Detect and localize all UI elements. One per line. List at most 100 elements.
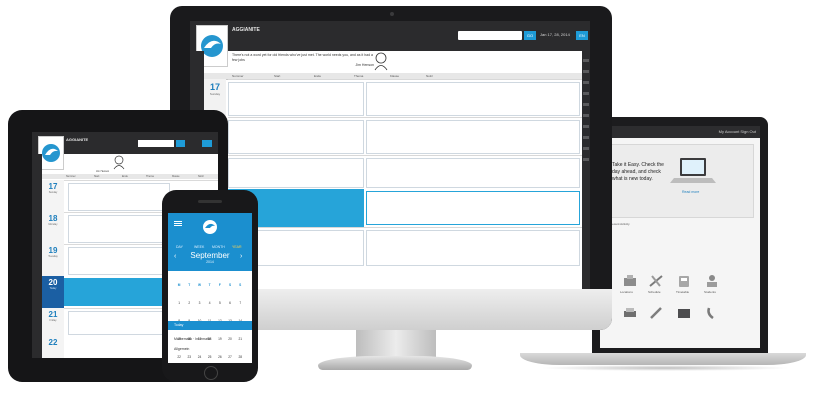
table-cell[interactable] xyxy=(228,158,364,188)
table-cell[interactable] xyxy=(68,247,170,275)
phone-view-tabs: DAY WEEK MONTH YEAR xyxy=(168,243,252,251)
calendar-date[interactable]: 25 xyxy=(205,354,215,360)
table-cell[interactable] xyxy=(366,158,580,188)
table-cell[interactable] xyxy=(366,82,580,116)
day-name: Monday xyxy=(48,223,58,226)
calendar-date[interactable]: 24 xyxy=(194,354,204,360)
monitor-language-button[interactable]: EN xyxy=(576,31,588,40)
monitor-stand-foot xyxy=(318,356,472,370)
col-klasse[interactable]: Klasse xyxy=(172,174,180,179)
tab-day[interactable]: DAY xyxy=(176,243,183,251)
day-name: Tuesday xyxy=(48,255,58,258)
col-nummer[interactable]: Nummer xyxy=(66,174,76,179)
tool-label-locations: Locations xyxy=(620,290,633,294)
table-cell[interactable] xyxy=(366,191,580,225)
weekday-label: T xyxy=(208,283,211,287)
calendar-date[interactable]: 19 xyxy=(215,336,225,342)
day-number: 17 xyxy=(48,182,58,191)
table-cell[interactable] xyxy=(228,82,364,116)
calendar-date[interactable]: 3 xyxy=(194,300,204,306)
day-name: Friday xyxy=(49,319,57,322)
calendar-date[interactable]: 20 xyxy=(225,336,235,342)
tablet-sidebar xyxy=(32,154,42,358)
tool-label-schedule: Schedule xyxy=(648,290,661,294)
tab-year[interactable]: YEAR xyxy=(232,243,242,251)
tablet-search-input[interactable] xyxy=(138,140,174,147)
tablet-quote-author: Jim Henson xyxy=(96,170,110,173)
students-tool-icon[interactable] xyxy=(704,274,720,288)
weekday-label: S xyxy=(228,283,232,287)
phone-screen: DAY WEEK MONTH YEAR ‹ September 2014 › M… xyxy=(168,213,252,363)
tablet-day-18[interactable]: 18 Monday xyxy=(42,212,64,244)
tablet-day-20-today[interactable]: 20 Today xyxy=(42,276,64,308)
table-cell[interactable] xyxy=(366,120,580,154)
col-thema[interactable]: Thema xyxy=(146,174,154,179)
monitor-stand-neck xyxy=(356,330,436,358)
monitor-header: AGGIANITE GO Jan 17, 28, 2014 EN xyxy=(190,21,590,51)
phone-tool-icon[interactable] xyxy=(704,306,720,320)
next-month-icon[interactable]: › xyxy=(240,253,242,260)
laptop-recent-activity: Recent Activity xyxy=(610,222,630,226)
timetable-tool-icon[interactable] xyxy=(676,274,692,288)
col-start[interactable]: Start xyxy=(94,174,99,179)
monitor-right-toolbar[interactable] xyxy=(582,51,590,289)
phone-event-bar[interactable]: Today xyxy=(168,321,252,330)
calendar-date[interactable]: 6 xyxy=(225,300,235,306)
laptop-topbar[interactable]: My Account Sign Out xyxy=(600,126,760,138)
tablet-language-button[interactable] xyxy=(202,140,212,147)
laptop-hero-text: Take it Easy. Check the day ahead, and c… xyxy=(612,162,664,183)
menu-icon[interactable] xyxy=(174,221,182,222)
calendar-date[interactable]: 23 xyxy=(184,354,194,360)
phone-event-line-2[interactable]: Allgemein xyxy=(174,347,189,351)
monitor-search-input[interactable] xyxy=(458,31,522,40)
monitor-quote-author: Jim Henson xyxy=(355,63,374,67)
weekday-label: F xyxy=(218,283,221,287)
phone-home-button[interactable] xyxy=(204,366,218,380)
col-ende[interactable]: Ende xyxy=(122,174,128,179)
printer-tool-icon[interactable] xyxy=(622,306,638,320)
pen-tool-icon[interactable] xyxy=(648,306,664,320)
table-cell[interactable] xyxy=(68,311,170,335)
laptop-read-more-link[interactable]: Read more xyxy=(682,190,699,194)
calendar-date[interactable]: 26 xyxy=(215,354,225,360)
monitor-quote-text: There's not a word yet for old friends w… xyxy=(232,53,373,62)
calendar-date[interactable]: 4 xyxy=(205,300,215,306)
calendar-date[interactable]: 21 xyxy=(235,336,245,342)
tablet-day-22[interactable]: 22 xyxy=(42,336,64,358)
laptop-headline-1: Take it Easy. Check the xyxy=(612,162,664,168)
calendar-date[interactable]: 22 xyxy=(174,354,184,360)
day-number: 17 xyxy=(209,82,220,92)
tool-label-timetable: Timetable xyxy=(676,290,690,294)
tablet-day-17[interactable]: 17 Sunday xyxy=(42,180,64,212)
weekday-label: T xyxy=(188,283,191,287)
tablet-app-title: AGGIANITE xyxy=(66,137,89,142)
locations-tool-icon[interactable] xyxy=(622,274,638,288)
monitor-search-button[interactable]: GO xyxy=(524,31,536,40)
tab-month[interactable]: MONTH xyxy=(212,243,225,251)
portrait-sketch-icon xyxy=(374,52,388,71)
calendar-date[interactable]: 27 xyxy=(225,354,235,360)
table-cell[interactable] xyxy=(228,120,364,154)
tablet-search-button[interactable] xyxy=(176,140,185,147)
day-number: 21 xyxy=(48,310,58,319)
phone-event-line-1[interactable]: Mathematik · Informatik xyxy=(174,337,211,341)
table-cell[interactable] xyxy=(68,215,170,243)
tablet-day-19[interactable]: 19 Tuesday xyxy=(42,244,64,276)
schedule-tool-icon[interactable] xyxy=(648,274,664,288)
table-cell[interactable] xyxy=(366,230,580,266)
book-tool-icon[interactable] xyxy=(676,306,692,320)
table-cell[interactable] xyxy=(68,183,170,211)
col-notiz[interactable]: Notiz xyxy=(198,174,204,179)
tablet-day-21[interactable]: 21 Friday xyxy=(42,308,64,336)
laptop-headline-3: what is new today. xyxy=(612,176,653,182)
laptop-shadow xyxy=(540,365,790,371)
calendar-date[interactable]: 1 xyxy=(174,300,184,306)
calendar-date[interactable]: 5 xyxy=(215,300,225,306)
monitor-date-label: Jan 17, 28, 2014 xyxy=(540,32,570,37)
calendar-date[interactable]: 2 xyxy=(184,300,194,306)
weekday-label: S xyxy=(239,283,242,287)
laptop-illustration-icon xyxy=(670,158,716,183)
calendar-date[interactable]: 28 xyxy=(235,354,245,360)
calendar-date[interactable]: 7 xyxy=(235,300,245,306)
tab-week[interactable]: WEEK xyxy=(194,243,204,251)
